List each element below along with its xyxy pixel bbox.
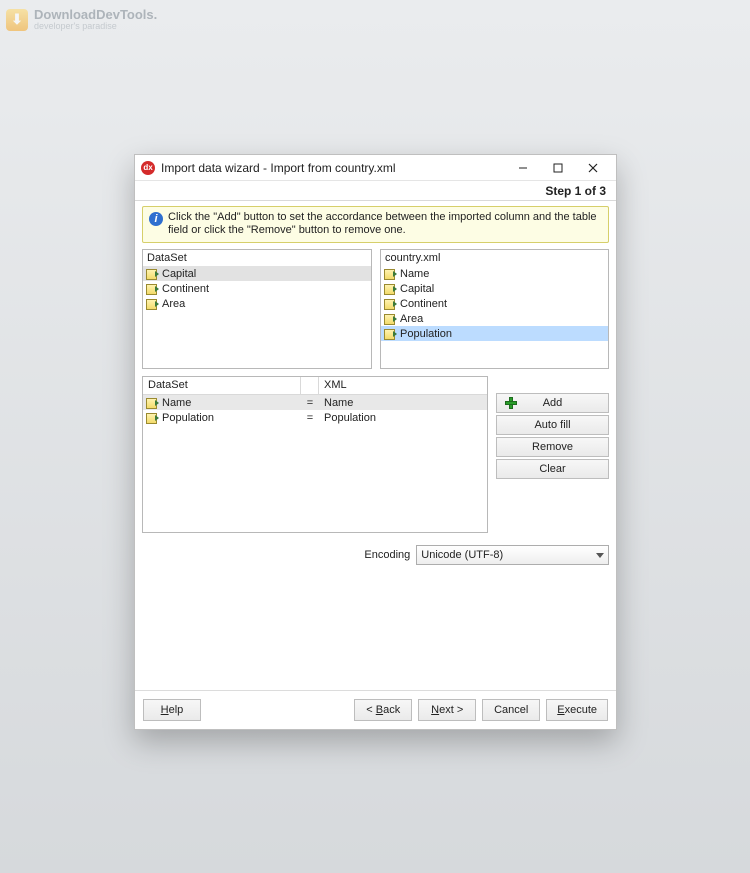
mapping-header-row: DataSet XML: [143, 377, 487, 395]
field-icon: [146, 412, 159, 423]
info-icon: i: [149, 212, 163, 226]
back-button[interactable]: < Back: [354, 699, 412, 721]
help-button[interactable]: Help: [143, 699, 201, 721]
field-icon: [146, 397, 159, 408]
field-icon: [146, 268, 159, 279]
mapping-row[interactable]: Name = Name: [143, 395, 487, 410]
autofill-button[interactable]: Auto fill: [496, 415, 609, 435]
field-icon: [146, 283, 159, 294]
encoding-value: Unicode (UTF-8): [421, 549, 503, 561]
mapping-header-xml: XML: [319, 377, 487, 394]
remove-button[interactable]: Remove: [496, 437, 609, 457]
watermark-brand: DownloadDevTools.: [34, 8, 157, 21]
source-item[interactable]: Continent: [381, 296, 608, 311]
dataset-panel: DataSet Capital Continent Area: [142, 249, 372, 369]
source-item[interactable]: Population: [381, 326, 608, 341]
field-icon: [146, 298, 159, 309]
action-button-column: Add Auto fill Remove Clear: [496, 376, 609, 533]
field-icon: [384, 268, 397, 279]
titlebar: dx Import data wizard - Import from coun…: [135, 155, 616, 181]
step-indicator: Step 1 of 3: [135, 181, 616, 201]
dataset-item[interactable]: Continent: [143, 281, 371, 296]
mapping-header-eq: [301, 377, 319, 394]
source-item[interactable]: Capital: [381, 281, 608, 296]
info-message: Click the "Add" button to set the accord…: [168, 211, 602, 237]
dataset-panel-header: DataSet: [143, 250, 371, 266]
source-item[interactable]: Area: [381, 311, 608, 326]
close-button[interactable]: [575, 157, 610, 179]
source-panel-header: country.xml: [381, 250, 608, 266]
field-icon: [384, 328, 397, 339]
dataset-item[interactable]: Area: [143, 296, 371, 311]
clear-button[interactable]: Clear: [496, 459, 609, 479]
source-item[interactable]: Name: [381, 266, 608, 281]
execute-button[interactable]: Execute: [546, 699, 608, 721]
chevron-down-icon: [596, 553, 604, 558]
source-list[interactable]: Name Capital Continent Area Population: [381, 266, 608, 368]
import-wizard-window: dx Import data wizard - Import from coun…: [134, 154, 617, 730]
plus-icon: [504, 396, 518, 410]
field-icon: [384, 283, 397, 294]
watermark-logo-icon: ⬇: [6, 9, 28, 31]
footer: Help < Back Next > Cancel Execute: [135, 690, 616, 729]
step-label: Step 1 of 3: [545, 184, 606, 198]
field-icon: [384, 298, 397, 309]
add-button[interactable]: Add: [496, 393, 609, 413]
source-panel: country.xml Name Capital Continent Area …: [380, 249, 609, 369]
maximize-button[interactable]: [540, 157, 575, 179]
app-icon: dx: [141, 161, 155, 175]
field-icon: [384, 313, 397, 324]
next-button[interactable]: Next >: [418, 699, 476, 721]
mapping-table: DataSet XML Name = Name Population = Pop…: [142, 376, 488, 533]
window-title: Import data wizard - Import from country…: [161, 161, 505, 175]
encoding-select[interactable]: Unicode (UTF-8): [416, 545, 609, 565]
dataset-item[interactable]: Capital: [143, 266, 371, 281]
info-banner: i Click the "Add" button to set the acco…: [142, 206, 609, 243]
watermark-tagline: developer's paradise: [34, 22, 157, 31]
minimize-button[interactable]: [505, 157, 540, 179]
encoding-label: Encoding: [142, 549, 410, 561]
cancel-button[interactable]: Cancel: [482, 699, 540, 721]
dataset-list[interactable]: Capital Continent Area: [143, 266, 371, 368]
watermark: ⬇ DownloadDevTools. developer's paradise: [6, 8, 157, 31]
mapping-header-dataset: DataSet: [143, 377, 301, 394]
mapping-row[interactable]: Population = Population: [143, 410, 487, 425]
encoding-row: Encoding Unicode (UTF-8): [135, 533, 616, 565]
